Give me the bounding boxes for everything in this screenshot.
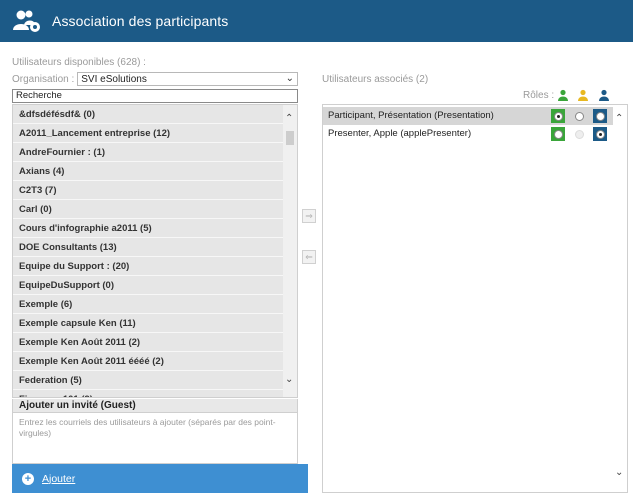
scroll-down-icon[interactable]: ⌄ [615,467,623,478]
associated-user-row[interactable]: Participant, Présentation (Presentation) [323,107,613,125]
list-item[interactable]: Equipe du Support : (20) [13,257,283,276]
organisation-select[interactable]: SVI eSolutions ⌄ [77,72,298,86]
guest-header: Ajouter un invité (Guest) [12,399,298,413]
add-guest-button[interactable]: + Ajouter [12,464,308,493]
associated-user-row[interactable]: Presenter, Apple (applePresenter) [323,125,613,143]
list-item[interactable]: Axians (4) [13,162,283,181]
list-item[interactable]: &dfsdéfésdf& (0) [13,105,283,124]
presenter-role-radio[interactable] [572,109,586,123]
radio-dot [553,129,563,139]
participant-role-radio[interactable] [551,127,565,141]
organisation-value: SVI eSolutions [81,73,147,85]
associated-users-list: Participant, Présentation (Presentation)… [322,104,628,493]
list-item[interactable]: EquipeDuSupport (0) [13,276,283,295]
list-item[interactable]: Exemple Ken Août 2011 (2) [13,333,283,352]
list-item[interactable]: AndreFournier : (1) [13,143,283,162]
participants-gear-icon [13,10,40,32]
presenter-role-icon [578,89,588,101]
available-users-list: &dfsdéfésdf& (0) A2011_Lancement entrepri… [12,104,298,398]
title-bar: Association des participants [0,0,633,42]
window-title: Association des participants [52,13,229,29]
list-item[interactable]: C2T3 (7) [13,181,283,200]
available-users-heading: Utilisateurs disponibles (628) : [12,57,146,68]
scroll-thumb[interactable] [286,131,294,145]
moderator-role-radio[interactable] [593,109,607,123]
presenter-role-radio[interactable] [572,127,586,141]
list-item[interactable]: A2011_Lancement entreprise (12) [13,124,283,143]
scroll-down-icon[interactable]: ⌄ [285,374,293,385]
search-input[interactable]: Recherche [12,89,298,103]
scroll-up-icon[interactable]: ⌃ [615,113,623,124]
plus-circle-icon: + [22,472,34,485]
associated-users-heading: Utilisateurs associés (2) [322,74,429,85]
list-item[interactable]: Exemple (6) [13,295,283,314]
participant-role-icon [558,89,568,101]
roles-label: Rôles : [523,90,555,101]
radio-dot [553,111,563,121]
add-guest-label: Ajouter [42,472,76,485]
associated-list-scrollbar[interactable]: ⌃ ⌄ [613,105,627,492]
moderator-role-icon [599,89,609,101]
list-item[interactable]: Carl (0) [13,200,283,219]
radio-dot [595,129,605,139]
radio-dot [574,111,584,121]
available-list-scrollbar[interactable]: ⌃ ⌄ [283,105,297,397]
participant-role-radio[interactable] [551,109,565,123]
moderator-role-radio[interactable] [593,127,607,141]
list-item[interactable]: DOE Consultants (13) [13,238,283,257]
list-item[interactable]: Cours d'infographie a2011 (5) [13,219,283,238]
organisation-label: Organisation : [12,73,75,85]
associated-user-name: Presenter, Apple (applePresenter) [328,128,472,139]
move-right-button[interactable]: ⇒ [302,209,316,223]
organisation-row: Organisation : SVI eSolutions ⌄ [12,72,298,86]
scroll-up-icon[interactable]: ⌃ [285,113,293,124]
list-item[interactable]: Exemple capsule Ken (11) [13,314,283,333]
radio-dot [574,129,584,139]
list-item[interactable]: Finances 101 (9) [13,390,283,397]
move-left-button[interactable]: ⇐ [302,250,316,264]
guest-emails-textarea[interactable]: Entrez les courriels des utilisateurs à … [12,413,298,464]
associated-user-name: Participant, Présentation (Presentation) [328,110,494,121]
radio-dot [595,111,605,121]
list-item[interactable]: Federation (5) [13,371,283,390]
list-item[interactable]: Exemple Ken Août 2011 éééé (2) [13,352,283,371]
chevron-down-icon: ⌄ [285,73,294,84]
